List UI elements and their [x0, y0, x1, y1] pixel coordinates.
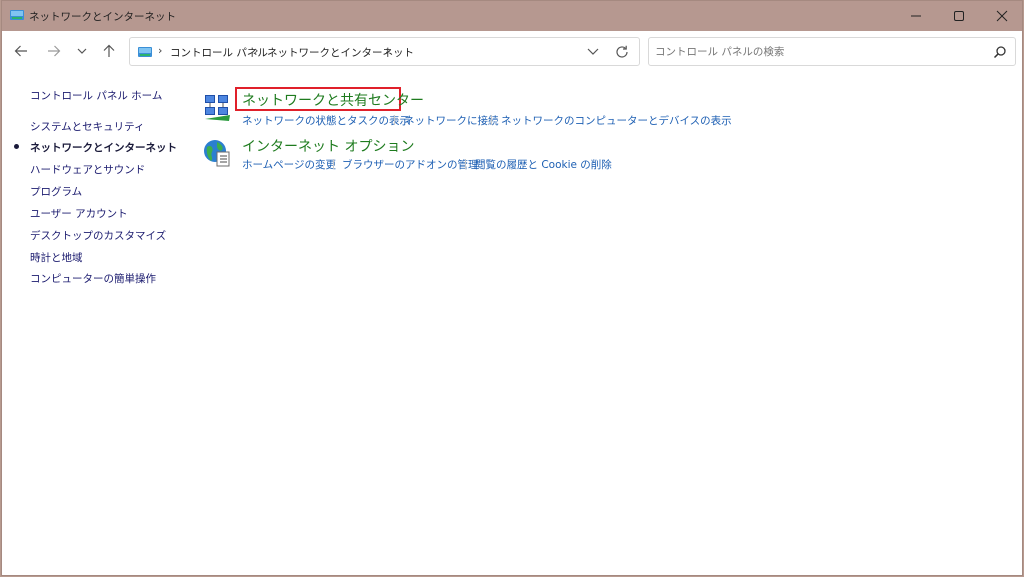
breadcrumb-separator[interactable]: ›	[385, 44, 389, 57]
sidebar-item-control-panel-home[interactable]: コントロール パネル ホーム	[30, 88, 162, 103]
close-button[interactable]	[981, 1, 1023, 31]
sidebar-item-clock-region[interactable]: 時計と地域	[30, 250, 83, 265]
view-network-computers-link[interactable]: ネットワークのコンピューターとデバイスの表示	[501, 113, 732, 128]
window-title: ネットワークとインターネット	[29, 11, 176, 23]
link-separator	[491, 115, 492, 125]
maximize-button[interactable]	[938, 1, 980, 31]
sidebar-item-desktop-customization[interactable]: デスクトップのカスタマイズ	[30, 228, 166, 243]
refresh-icon[interactable]	[614, 44, 630, 60]
sidebar-item-user-accounts[interactable]: ユーザー アカウント	[30, 206, 128, 221]
minimize-button[interactable]	[895, 1, 937, 31]
minimize-icon	[911, 15, 921, 17]
sidebar-item-programs[interactable]: プログラム	[30, 184, 82, 199]
breadcrumb-separator[interactable]: ›	[158, 44, 162, 57]
control-panel-window: ネットワークとインターネット › コントロール パネル › ネットワークとインタ…	[1, 0, 1023, 576]
sidebar-item-ease-of-access[interactable]: コンピューターの簡単操作	[30, 271, 156, 286]
navigation-bar: › コントロール パネル › ネットワークとインターネット ›	[2, 31, 1022, 71]
breadcrumb-network-internet[interactable]: ネットワークとインターネット	[267, 45, 414, 60]
back-button[interactable]	[10, 40, 32, 62]
network-sharing-center-icon[interactable]	[202, 93, 232, 123]
forward-button[interactable]	[43, 40, 65, 62]
arrow-left-icon	[14, 45, 27, 57]
change-home-page-link[interactable]: ホームページの変更	[242, 157, 336, 172]
chevron-down-icon	[77, 48, 87, 54]
arrow-right-icon	[48, 45, 61, 57]
arrow-up-icon	[103, 44, 115, 57]
sidebar-item-hardware-sound[interactable]: ハードウェアとサウンド	[30, 162, 145, 177]
sidebar-item-network-internet[interactable]: ネットワークとインターネット	[30, 140, 177, 155]
connect-to-network-link[interactable]: ネットワークに接続	[404, 113, 499, 128]
link-separator	[333, 159, 334, 169]
delete-history-cookies-link[interactable]: 閲覧の履歴と Cookie の削除	[475, 157, 612, 172]
link-separator	[394, 115, 395, 125]
chevron-down-icon[interactable]	[585, 45, 601, 59]
search-box[interactable]	[648, 37, 1016, 66]
address-bar[interactable]: › コントロール パネル › ネットワークとインターネット ›	[129, 37, 640, 66]
close-icon	[996, 10, 1008, 22]
breadcrumb-separator[interactable]: ›	[254, 44, 258, 57]
internet-options-icon[interactable]	[202, 138, 232, 168]
control-panel-icon	[138, 47, 152, 57]
network-sharing-center-title[interactable]: ネットワークと共有センター	[242, 90, 424, 110]
recent-locations-button[interactable]	[71, 40, 93, 62]
maximize-icon	[954, 11, 964, 21]
sidebar-item-system-security[interactable]: システムとセキュリティ	[30, 119, 145, 134]
title-bar[interactable]: ネットワークとインターネット	[2, 1, 1022, 31]
search-input[interactable]	[655, 42, 985, 61]
up-button[interactable]	[98, 40, 120, 62]
view-network-status-link[interactable]: ネットワークの状態とタスクの表示	[242, 113, 410, 128]
internet-options-title[interactable]: インターネット オプション	[242, 136, 414, 156]
active-bullet	[14, 144, 19, 149]
network-folder-icon	[10, 10, 24, 20]
search-icon[interactable]	[993, 45, 1007, 59]
link-separator	[465, 159, 466, 169]
manage-addons-link[interactable]: ブラウザーのアドオンの管理	[342, 157, 479, 172]
